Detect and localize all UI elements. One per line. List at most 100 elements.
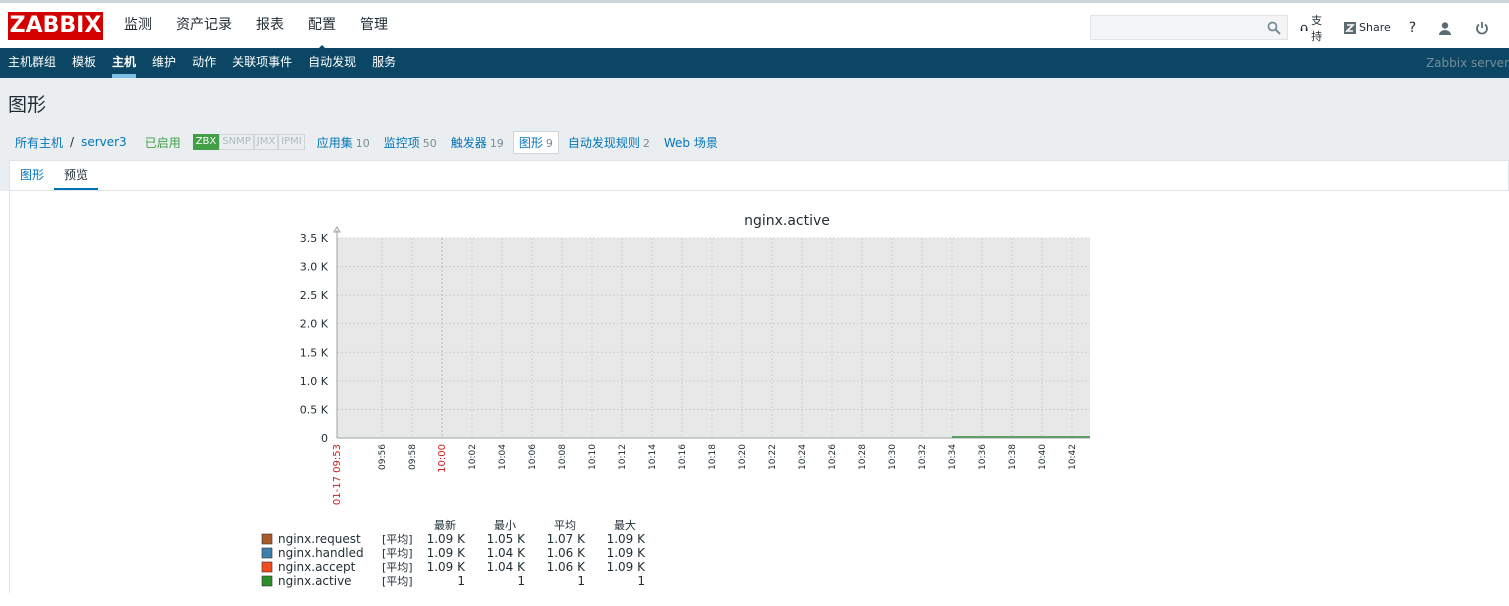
- host-link[interactable]: 监控项 50: [384, 134, 437, 151]
- main-menu-item[interactable]: 配置: [296, 3, 348, 51]
- sub-menu-item[interactable]: 主机群组: [0, 48, 64, 78]
- graph-preview-panel: 0 0.5 K 1.0 K 1.5 K 2.0 K 2.5 K 3.0 K 3.5 K 09:5…: [9, 190, 1509, 593]
- help-link[interactable]: ?: [1409, 20, 1416, 36]
- main-menu-item[interactable]: 管理: [348, 3, 400, 48]
- main-menu-item[interactable]: 资产记录: [164, 3, 244, 48]
- legend-swatch: [261, 547, 273, 559]
- x-tick-label: 10:06: [528, 444, 538, 470]
- support-link[interactable]: 支持: [1300, 12, 1326, 44]
- tab-bar: 图形 预览: [9, 160, 1509, 191]
- sub-menu-item[interactable]: 服务: [364, 48, 404, 78]
- legend-stat-value: 1.09 K: [607, 560, 647, 574]
- availability-badge: JMX: [253, 134, 279, 150]
- breadcrumb-host[interactable]: server3: [81, 135, 127, 149]
- host-link-count: 19: [489, 136, 504, 150]
- legend-stat-tag: [平均]: [382, 561, 413, 574]
- headset-icon: [1300, 24, 1308, 31]
- legend-series-name: nginx.request: [278, 532, 361, 546]
- legend-stat-value: 1.09 K: [427, 546, 467, 560]
- sub-menu-item[interactable]: 动作: [184, 48, 224, 78]
- help-icon: ?: [1408, 19, 1417, 36]
- x-tick-label: 10:42: [1068, 444, 1078, 470]
- page-title: 图形: [8, 94, 47, 116]
- search-input[interactable]: [1090, 15, 1288, 40]
- tab-graph[interactable]: 图形: [20, 161, 44, 191]
- top-links: 支持 Share ?: [1300, 14, 1509, 43]
- availability-badges: ZBX SNMP JMX IPMI: [192, 134, 305, 150]
- host-link-label: Web 场景: [663, 135, 718, 150]
- legend-header: 最大: [614, 518, 636, 532]
- sub-menu-item[interactable]: 模板: [64, 48, 104, 78]
- support-label: 支持: [1311, 13, 1323, 43]
- legend-stat-value: 1.06 K: [547, 546, 587, 560]
- availability-badge: ZBX: [192, 134, 220, 150]
- host-link[interactable]: 应用集 10: [317, 134, 370, 151]
- legend-swatch: [261, 533, 273, 545]
- host-link[interactable]: Web 场景: [664, 134, 721, 151]
- x-tick-label: 10:32: [918, 444, 928, 470]
- x-tick-label: 10:16: [678, 444, 688, 470]
- server-name: Zabbix server: [1425, 56, 1509, 70]
- y-tick-label: 2.0 K: [300, 318, 329, 331]
- sub-menu-item[interactable]: 维护: [144, 48, 184, 78]
- legend-stat-value: 1.04 K: [487, 546, 527, 560]
- share-z-icon: [1344, 21, 1356, 34]
- y-tick-label: 1.0 K: [300, 375, 329, 388]
- sub-menu-item[interactable]: 关联项事件: [224, 48, 300, 78]
- sub-menu-item[interactable]: 自动发现: [300, 48, 364, 78]
- chart-title: nginx.active: [744, 213, 830, 229]
- host-link[interactable]: 图形 9: [512, 130, 559, 154]
- user-profile-link[interactable]: [1438, 21, 1455, 35]
- host-link-label: 图形: [518, 135, 543, 150]
- main-menu-item[interactable]: 报表: [244, 3, 296, 48]
- x-tick-label: 10:04: [498, 444, 508, 470]
- legend-stat-value: 1.09 K: [607, 546, 647, 560]
- y-tick-label: 0: [321, 432, 328, 445]
- legend-stat-value: 1.05 K: [487, 532, 527, 546]
- sub-menu-item[interactable]: 主机: [104, 48, 144, 78]
- legend-stat-value: 1.06 K: [547, 560, 587, 574]
- x-tick-label: 10:08: [558, 444, 568, 470]
- x-tick-label: 10:02: [468, 444, 478, 470]
- x-tick-label: 10:00: [437, 444, 448, 473]
- search-icon[interactable]: [1267, 21, 1281, 35]
- x-tick-label: 10:28: [858, 444, 868, 470]
- signout-link[interactable]: [1475, 21, 1492, 35]
- y-tick-label: 2.5 K: [300, 289, 329, 302]
- host-link-label: 应用集: [316, 135, 353, 150]
- host-link[interactable]: 触发器 19: [451, 134, 504, 151]
- legend-stat-value: 1: [637, 574, 645, 588]
- legend-swatch: [261, 561, 273, 573]
- host-link-count: 9: [545, 136, 553, 150]
- availability-badge: IPMI: [278, 134, 305, 150]
- legend-series-name: nginx.handled: [278, 546, 364, 560]
- legend-stat-value: 1.09 K: [607, 532, 647, 546]
- x-tick-label: 09:58: [408, 444, 418, 470]
- x-tick-label: 10:22: [768, 444, 778, 470]
- y-tick-label: 0.5 K: [300, 403, 329, 416]
- host-link-count: 2: [642, 136, 650, 150]
- legend-stat-value: 1: [517, 574, 525, 588]
- legend-stat-value: 1: [457, 574, 465, 588]
- legend-stat-value: 1.09 K: [427, 532, 467, 546]
- host-link-count: 50: [422, 136, 437, 150]
- x-tick-label: 10:30: [888, 444, 898, 470]
- top-bar: ZABBIX 监测 资产记录 报表 配置 管理 支持 Share ?: [0, 0, 1509, 51]
- main-menu-item[interactable]: 监测: [112, 3, 164, 48]
- tab-preview[interactable]: 预览: [54, 161, 98, 191]
- y-tick-label: 3.5 K: [300, 232, 329, 245]
- x-tick-label: 10:14: [648, 444, 658, 470]
- host-link-label: 监控项: [383, 135, 420, 150]
- legend-header: 最小: [494, 519, 516, 532]
- legend-stat-tag: [平均]: [382, 575, 413, 588]
- x-tick-label: 10:40: [1038, 444, 1048, 470]
- legend-stat-tag: [平均]: [382, 547, 413, 560]
- x-tick-label: 10:34: [948, 444, 958, 470]
- share-label: Share: [1359, 21, 1391, 34]
- host-status[interactable]: 已启用: [145, 134, 181, 151]
- breadcrumb-all-hosts[interactable]: 所有主机: [15, 134, 63, 151]
- availability-badge: SNMP: [219, 134, 254, 150]
- zabbix-logo[interactable]: ZABBIX: [8, 12, 103, 40]
- host-link[interactable]: 自动发现规则 2: [568, 134, 650, 151]
- share-link[interactable]: Share: [1344, 21, 1391, 34]
